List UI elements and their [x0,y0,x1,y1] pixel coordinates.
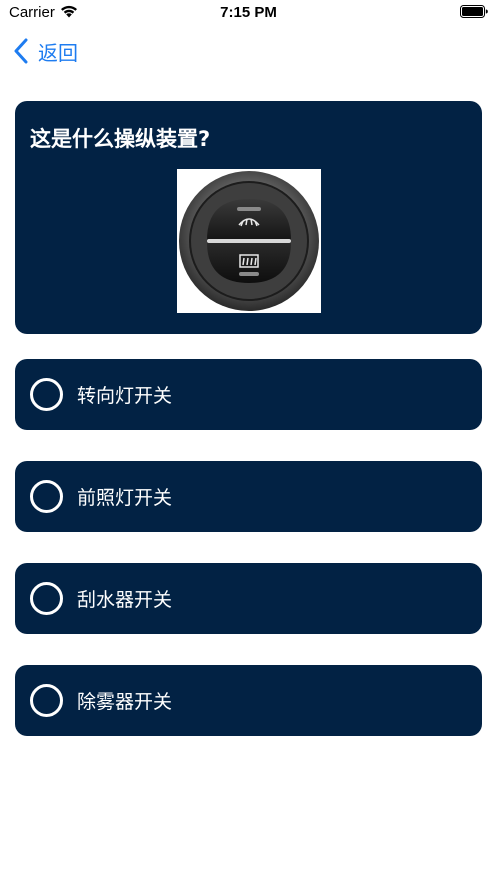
question-card: 这是什么操纵装置? [15,101,482,334]
radio-icon[interactable] [30,582,63,615]
option-turn-signal-switch[interactable]: 转向灯开关 [15,359,482,430]
option-label: 转向灯开关 [77,385,173,407]
chevron-left-icon [14,38,28,64]
back-label: 返回 [38,40,78,65]
defogger-switch-image [177,169,321,313]
battery-icon [460,5,488,18]
radio-icon[interactable] [30,684,63,717]
option-label: 除雾器开关 [77,691,173,713]
option-label: 前照灯开关 [77,487,173,509]
option-wiper-switch[interactable]: 刮水器开关 [15,563,482,634]
back-button[interactable]: 返回 [12,36,78,66]
option-headlight-switch[interactable]: 前照灯开关 [15,461,482,532]
radio-icon[interactable] [30,378,63,411]
question-text: 这是什么操纵装置? [30,127,211,151]
status-time: 7:15 PM [220,4,277,21]
radio-icon[interactable] [30,480,63,513]
option-label: 刮水器开关 [77,589,173,611]
status-bar: Carrier 7:15 PM [0,0,497,26]
option-defogger-switch[interactable]: 除雾器开关 [15,665,482,736]
